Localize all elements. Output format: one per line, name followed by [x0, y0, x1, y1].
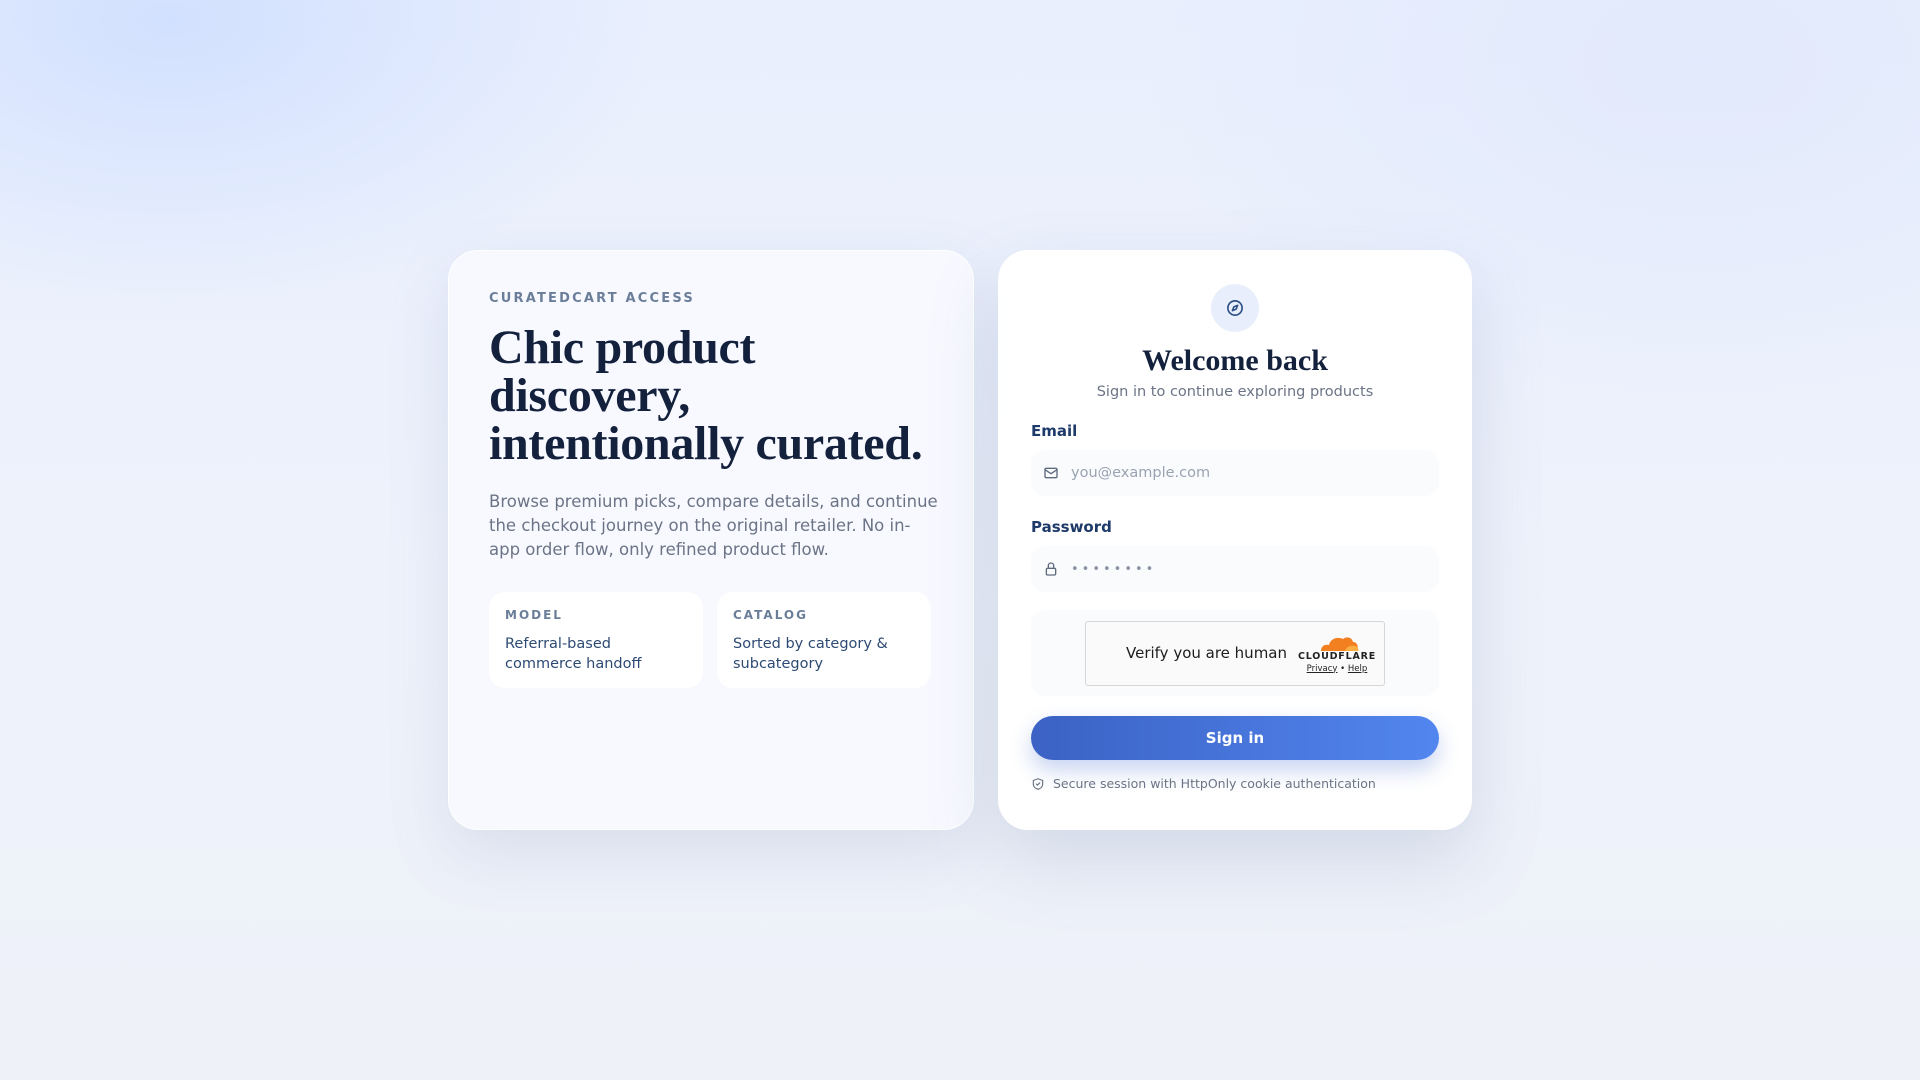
feature-label: CATALOG	[733, 608, 808, 622]
hero-description: Browse premium picks, compare details, a…	[489, 492, 938, 559]
cloudflare-links: Privacy • Help	[1307, 664, 1368, 674]
auth-layout: CURATEDCART ACCESS Chic product discover…	[448, 250, 1472, 830]
hero-headline: Chic product discovery, intentionally cu…	[489, 321, 923, 470]
login-card: Welcome back Sign in to continue explori…	[998, 250, 1472, 830]
feature-label: MODEL	[505, 608, 563, 622]
compass-icon	[1211, 284, 1259, 332]
feature-list: MODEL Referral-based commerce handoff CA…	[489, 592, 933, 688]
cloudflare-brand: CLOUDFLARE	[1297, 650, 1376, 662]
password-field[interactable]: ••••••••	[1031, 546, 1439, 592]
feature-text: Sorted by category & subcategory	[733, 636, 888, 672]
turnstile-widget[interactable]: Verify you are human CLOUDFLARE Privacy …	[1085, 620, 1385, 686]
captcha-container: Verify you are human CLOUDFLARE Privacy …	[1031, 610, 1439, 696]
email-placeholder: you@example.com	[1071, 465, 1211, 481]
feature-text: Referral-based commerce handoff	[505, 636, 642, 672]
security-note: Secure session with HttpOnly cookie auth…	[1031, 776, 1439, 791]
captcha-text: Verify you are human	[1126, 644, 1288, 662]
sign-in-button[interactable]: Sign in	[1031, 716, 1439, 760]
login-title: Welcome back	[1142, 344, 1328, 377]
lock-icon	[1043, 561, 1059, 577]
cloud-icon	[1320, 636, 1359, 651]
feature-model: MODEL Referral-based commerce handoff	[489, 592, 703, 688]
cloudflare-logo: CLOUDFLARE Privacy • Help	[1298, 633, 1376, 674]
email-label: Email	[1031, 422, 1078, 440]
help-link[interactable]: Help	[1348, 664, 1367, 674]
shield-check-icon	[1031, 777, 1045, 791]
security-note-text: Secure session with HttpOnly cookie auth…	[1053, 776, 1376, 791]
password-label: Password	[1031, 518, 1112, 536]
login-subtitle: Sign in to continue exploring products	[1096, 384, 1374, 400]
mail-icon	[1043, 465, 1059, 481]
privacy-link[interactable]: Privacy	[1307, 664, 1338, 674]
email-field[interactable]: you@example.com	[1031, 450, 1439, 496]
hero-card: CURATEDCART ACCESS Chic product discover…	[448, 250, 974, 830]
hero-eyebrow: CURATEDCART ACCESS	[489, 291, 695, 306]
feature-catalog: CATALOG Sorted by category & subcategory	[717, 592, 931, 688]
link-separator: •	[1340, 663, 1346, 674]
password-placeholder: ••••••••	[1071, 561, 1157, 577]
